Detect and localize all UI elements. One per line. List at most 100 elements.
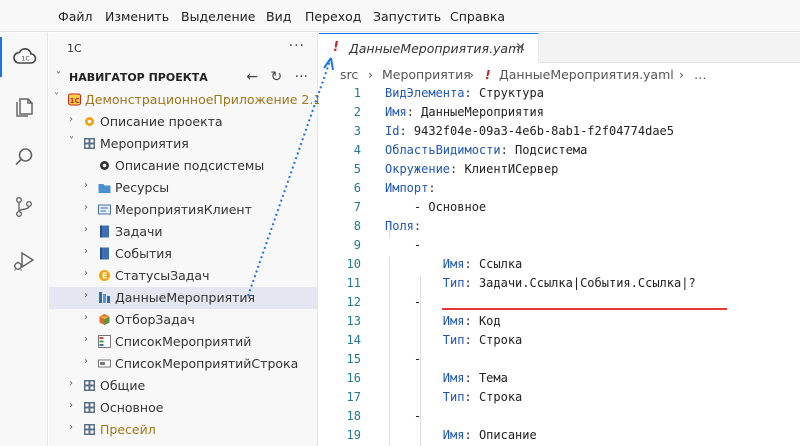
yaml-value: Описание <box>478 428 537 442</box>
tree-item[interactable]: ˅ 1C ДемонстрационноеПриложение 2.1 <box>49 89 321 111</box>
gear-orange-icon <box>83 115 96 128</box>
chevron-right-icon[interactable]: › <box>84 268 88 279</box>
tree-item[interactable]: › МероприятияКлиент <box>49 199 318 221</box>
back-icon[interactable]: ← <box>246 69 258 85</box>
chevron-right-icon[interactable]: › <box>69 422 73 433</box>
tab-data-yaml[interactable]: ! ДанныеМероприятия.yaml × <box>319 33 539 63</box>
run-debug-icon[interactable] <box>0 241 48 281</box>
menu-view[interactable]: Вид <box>266 9 291 24</box>
tree-item[interactable]: Описание подсистемы <box>49 155 318 177</box>
code-line[interactable]: 19 Имя: Описание <box>319 428 800 446</box>
tree-item-label: Основное <box>100 400 164 415</box>
chevron-down-icon[interactable]: ˅ <box>69 136 74 147</box>
yaml-value: - Основное <box>413 200 487 214</box>
menu-selection[interactable]: Выделение <box>181 9 255 24</box>
yaml-key: Имя <box>442 428 465 442</box>
code-line[interactable]: 7 - Основное <box>319 200 800 219</box>
yaml-key: Имя <box>442 371 465 385</box>
tree-item-label: Общие <box>100 378 146 393</box>
more-icon[interactable]: ··· <box>295 69 308 85</box>
chevron-right-icon[interactable]: › <box>69 400 73 411</box>
search-icon[interactable] <box>0 137 48 177</box>
code-line[interactable]: 16 Имя: Тема <box>319 371 800 390</box>
chevron-right-icon[interactable]: › <box>84 290 88 301</box>
chevron-right-icon[interactable]: › <box>84 246 88 257</box>
chevron-right-icon[interactable]: › <box>84 356 88 367</box>
code-line[interactable]: 6 Импорт: <box>319 181 800 200</box>
tree-item[interactable]: › Пресейл <box>49 419 318 441</box>
menu-file[interactable]: Файл <box>58 9 93 24</box>
yaml-value: Код <box>478 314 501 328</box>
menu-go[interactable]: Переход <box>305 9 361 24</box>
yaml-key: Импорт <box>385 181 429 195</box>
menu-help[interactable]: Справка <box>450 9 505 24</box>
breadcrumb-src[interactable]: src <box>340 67 358 82</box>
tree-item[interactable]: › События <box>49 243 318 265</box>
chevron-right-icon[interactable]: › <box>84 312 88 323</box>
svg-text:1C: 1C <box>70 97 80 105</box>
code-area[interactable]: 1 ВидЭлемента: Структура 2 Имя: ДанныеМероп… <box>319 86 800 446</box>
yaml-value: ДанныеМероприятия <box>421 105 544 119</box>
tree-item[interactable]: › СписокМероприятийСтрока <box>49 353 318 375</box>
code-text: Тип: Строка <box>442 333 523 347</box>
code-line[interactable]: 1 ВидЭлемента: Структура <box>319 86 800 105</box>
tree-item[interactable]: › Общие <box>49 375 318 397</box>
source-control-icon[interactable] <box>0 187 48 227</box>
code-line[interactable]: 12 - <box>319 295 800 314</box>
yaml-value: КлиентИСервер <box>464 162 559 176</box>
chevron-right-icon[interactable]: › <box>84 180 88 191</box>
chevron-down-icon[interactable]: ˅ <box>54 92 59 103</box>
menu-run[interactable]: Запустить <box>373 9 441 24</box>
chevron-right-icon[interactable]: › <box>84 202 88 213</box>
code-text: Имя: Ссылка <box>442 257 523 271</box>
code-line[interactable]: 3 Id: 9432f04e-09a3-4e6b-8ab1-f2f04774dae… <box>319 124 800 143</box>
code-line[interactable]: 4 ОбластьВидимости: Подсистема <box>319 143 800 162</box>
code-line[interactable]: 5 Окружение: КлиентИСервер <box>319 162 800 181</box>
code-line[interactable]: 10 Имя: Ссылка <box>319 257 800 276</box>
files-icon[interactable] <box>0 87 48 127</box>
code-line[interactable]: 13 Имя: Код <box>319 314 800 333</box>
menu-edit[interactable]: Изменить <box>105 9 169 24</box>
cloud-icon[interactable]: 1C <box>0 37 48 77</box>
close-icon[interactable]: × <box>515 40 526 55</box>
tree-item[interactable]: ˅ Мероприятия <box>49 133 318 155</box>
code-line[interactable]: 15 - <box>319 352 800 371</box>
tree-item-label: Задачи <box>115 224 163 239</box>
menu-bar: Файл Изменить Выделение Вид Переход Запу… <box>0 0 800 32</box>
chevron-right-icon[interactable]: › <box>84 334 88 345</box>
chevron-right-icon[interactable]: › <box>69 114 73 125</box>
chevron-right-icon[interactable]: › <box>84 224 88 235</box>
code-text: Тип: Строка <box>442 390 523 404</box>
tree-item[interactable]: › Основное <box>49 397 318 419</box>
breadcrumb-events[interactable]: Мероприятия <box>382 67 471 82</box>
code-line[interactable]: 17 Тип: Строка <box>319 390 800 409</box>
code-line[interactable]: 9 - <box>319 238 800 257</box>
tree-item[interactable]: › E СтатусыЗадач <box>49 265 318 287</box>
line-number: 14 <box>346 333 361 347</box>
refresh-icon[interactable]: ↻ <box>270 69 282 85</box>
line-number: 13 <box>346 314 361 328</box>
tree-item[interactable]: › ОтборЗадач <box>49 309 318 331</box>
tree-item[interactable]: › Задачи <box>49 221 318 243</box>
tree-item-label: События <box>115 246 172 261</box>
code-line[interactable]: 11 Тип: Задачи.Ссылка|События.Ссылка|? <box>319 276 800 295</box>
code-text: - <box>385 295 421 309</box>
yaml-value: - <box>413 295 422 309</box>
code-line[interactable]: 8 Поля: <box>319 219 800 238</box>
breadcrumb-file[interactable]: ДанныеМероприятия.yaml <box>499 67 674 82</box>
project-navigator-title: НАВИГАТОР ПРОЕКТА <box>69 71 208 84</box>
project-navigator-header[interactable]: ˅ НАВИГАТОР ПРОЕКТА ← ↻ ··· <box>49 67 318 89</box>
code-text: Имя: Описание <box>442 428 537 442</box>
chevron-right-icon[interactable]: › <box>69 378 73 389</box>
breadcrumb-more[interactable]: … <box>694 67 707 82</box>
sidebar-more-button[interactable]: ··· <box>289 38 305 54</box>
tree-item[interactable]: › ДанныеМероприятия <box>49 287 318 309</box>
code-line[interactable]: 2 Имя: ДанныеМероприятия <box>319 105 800 124</box>
navigator-toolbar: ← ↻ ··· <box>238 69 308 85</box>
code-line[interactable]: 14 Тип: Строка <box>319 333 800 352</box>
yaml-value: Строка <box>478 333 523 347</box>
code-line[interactable]: 18 - <box>319 409 800 428</box>
tree-item[interactable]: › Ресурсы <box>49 177 318 199</box>
tree-item[interactable]: › СписокМероприятий <box>49 331 318 353</box>
tree-item[interactable]: › Описание проекта <box>49 111 318 133</box>
